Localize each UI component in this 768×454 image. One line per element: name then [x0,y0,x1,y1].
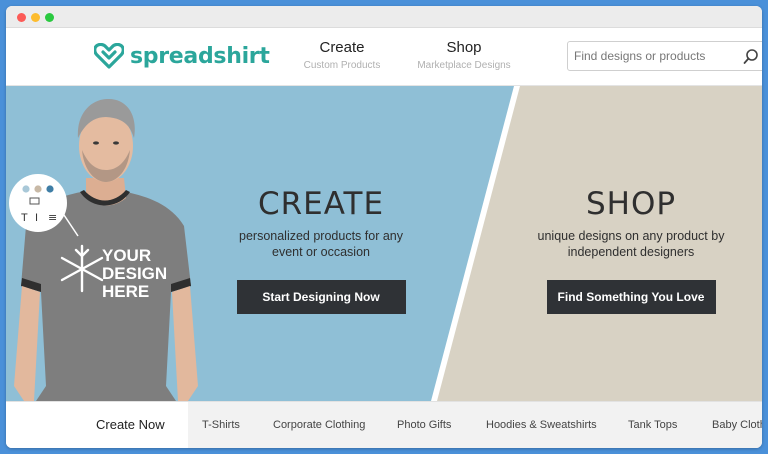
brand-name: spreadshirt [130,43,270,69]
category-corporate-clothing[interactable]: Corporate Clothing [273,419,365,431]
shirt-design-line2: DESIGN [102,264,167,283]
browser-window: spreadshirt Create Custom Products Shop … [6,6,762,448]
search-icon[interactable] [742,48,760,66]
nav-shop-sublabel: Marketplace Designs [417,60,511,71]
model-in-tshirt-photo: YOUR DESIGN HERE T I ≡ [9,98,198,401]
start-designing-button[interactable]: Start Designing Now [236,280,406,314]
spreadshirt-logo[interactable]: spreadshirt [94,41,270,71]
create-now-label: Create Now [96,417,165,432]
close-window-button[interactable] [17,13,26,22]
create-panel: CREATE personalized products for any eve… [216,86,426,314]
minimize-window-button[interactable] [31,13,40,22]
editor-badge: T I ≡ [9,174,67,232]
category-photo-gifts[interactable]: Photo Gifts [397,419,451,431]
list-tool-icon: ≡ [48,211,57,224]
nav-shop-label: Shop [446,39,482,56]
shop-heading: SHOP [585,186,677,222]
nav-shop[interactable]: Shop Marketplace Designs [411,39,517,71]
search-input[interactable] [574,49,734,63]
maximize-window-button[interactable] [45,13,54,22]
align-tool-icon: I [35,212,38,224]
create-description-line1: personalized products for any [239,229,403,243]
shop-description-line1: unique designs on any product by [537,229,725,243]
create-now-tab[interactable]: Create Now [6,402,188,448]
window-titlebar [6,6,762,28]
shop-description-line2: independent designers [567,245,695,259]
category-tank-tops[interactable]: Tank Tops [628,419,677,431]
search-box [567,41,762,71]
nav-create[interactable]: Create Custom Products [298,39,386,71]
heart-logo-icon [94,43,124,69]
create-heading: CREATE [257,186,385,222]
find-something-button[interactable]: Find Something You Love [546,280,716,314]
nav-create-label: Create [319,39,365,56]
shirt-design-line1: YOUR [102,246,151,265]
nav-create-sublabel: Custom Products [303,60,381,71]
text-tool-icon: T [21,212,28,224]
category-baby-clothing[interactable]: Baby Cloth [712,419,762,431]
category-hoodies-sweatshirts[interactable]: Hoodies & Sweatshirts [486,419,597,431]
category-bar: Create Now T-Shirts Corporate Clothing P… [6,401,762,448]
site-header: spreadshirt Create Custom Products Shop … [6,28,762,86]
create-description-line2: event or occasion [272,245,370,259]
shirt-design-line3: HERE [102,282,149,301]
shop-panel: SHOP unique designs on any product by in… [521,86,741,314]
hero-banner: YOUR DESIGN HERE T I ≡ CREATE personaliz… [6,86,762,401]
category-tshirts[interactable]: T-Shirts [202,419,240,431]
